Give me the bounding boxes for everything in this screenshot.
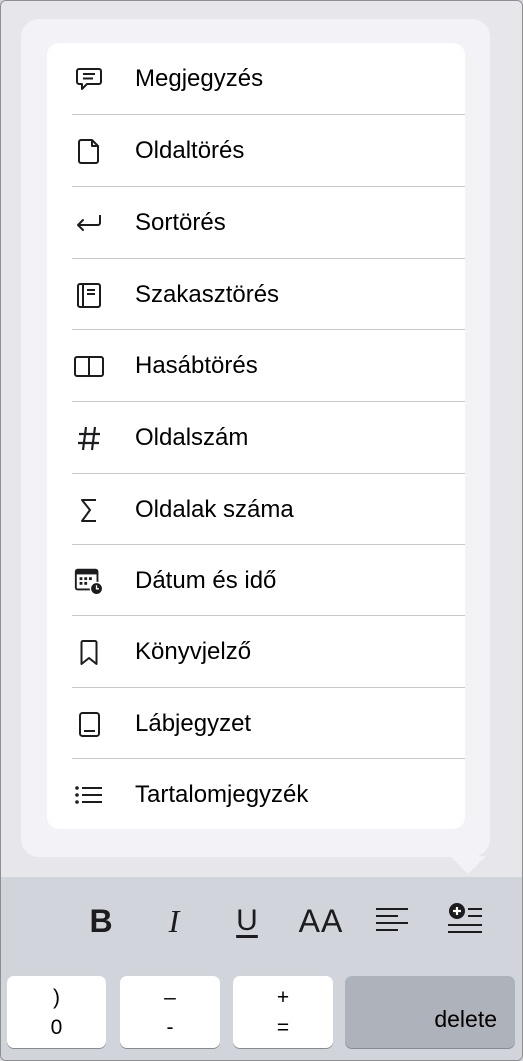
menu-item-label: Oldalszám <box>135 424 249 451</box>
delete-label: delete <box>434 1006 497 1032</box>
footnote-icon <box>73 708 105 740</box>
calendar-clock-icon <box>73 565 105 597</box>
section-break-icon <box>73 279 105 311</box>
menu-item-line-break[interactable]: Sortörés <box>47 187 465 258</box>
menu-item-label: Dátum és idő <box>135 567 277 594</box>
underline-button[interactable]: U <box>219 893 275 949</box>
menu-item-section-break[interactable]: Szakasztörés <box>47 259 465 330</box>
menu-item-label: Könyvjelző <box>135 638 252 665</box>
menu-item-bookmark[interactable]: Könyvjelző <box>47 616 465 687</box>
app-frame: Megjegyzés Oldaltörés Sortörés Szakasztö… <box>0 0 523 1061</box>
menu-item-label: Sortörés <box>135 209 226 236</box>
line-break-icon <box>73 207 105 239</box>
font-size-label: AA <box>298 902 344 939</box>
menu-item-footnote[interactable]: Lábjegyzet <box>47 688 465 759</box>
page-break-icon <box>73 135 105 167</box>
align-left-icon <box>374 904 410 939</box>
menu-item-label: Oldaltörés <box>135 137 245 164</box>
italic-label: I <box>168 902 180 939</box>
italic-button[interactable]: I <box>146 893 202 949</box>
bold-label: B <box>89 902 113 939</box>
menu-item-date-time[interactable]: Dátum és idő <box>47 545 465 616</box>
menu-item-label: Szakasztörés <box>135 281 280 308</box>
key-dash-hyphen[interactable]: – - <box>120 976 220 1048</box>
key-top-label: – <box>164 986 176 1009</box>
keyboard-row: ) 0 – - + = delete <box>1 963 522 1060</box>
key-bottom-label: - <box>166 1016 174 1039</box>
hash-icon <box>73 422 105 454</box>
align-left-button[interactable] <box>364 893 420 949</box>
insert-plus-icon <box>446 901 484 942</box>
sigma-icon <box>73 494 105 526</box>
menu-item-label: Hasábtörés <box>135 352 258 379</box>
insert-menu: Megjegyzés Oldaltörés Sortörés Szakasztö… <box>47 43 465 829</box>
delete-key[interactable]: delete <box>345 976 515 1048</box>
comment-icon <box>73 63 105 95</box>
menu-item-label: Tartalomjegyzék <box>135 781 309 808</box>
menu-item-label: Lábjegyzet <box>135 710 252 737</box>
list-icon <box>73 779 105 811</box>
menu-item-page-count[interactable]: Oldalak száma <box>47 474 465 545</box>
key-bottom-label: 0 <box>50 1016 63 1039</box>
font-size-button[interactable]: AA <box>291 893 351 949</box>
menu-item-table-of-contents[interactable]: Tartalomjegyzék <box>47 759 465 829</box>
menu-item-label: Megjegyzés <box>135 65 264 92</box>
underline-label: U <box>236 904 258 937</box>
menu-item-label: Oldalak száma <box>135 496 294 523</box>
menu-item-page-break[interactable]: Oldaltörés <box>47 115 465 186</box>
bookmark-icon <box>73 636 105 668</box>
menu-item-comment[interactable]: Megjegyzés <box>47 43 465 114</box>
key-top-label: + <box>276 986 290 1009</box>
bold-button[interactable]: B <box>73 893 129 949</box>
key-plus-equals[interactable]: + = <box>233 976 333 1048</box>
key-top-label: ) <box>53 986 60 1009</box>
menu-item-column-break[interactable]: Hasábtörés <box>47 330 465 401</box>
format-toolbar: B I U AA <box>1 877 522 973</box>
insert-button[interactable] <box>437 893 493 949</box>
menu-item-page-number[interactable]: Oldalszám <box>47 402 465 473</box>
key-paren-zero[interactable]: ) 0 <box>7 976 106 1048</box>
popover-arrow <box>450 856 486 874</box>
key-bottom-label: = <box>276 1016 290 1039</box>
column-break-icon <box>73 350 105 382</box>
